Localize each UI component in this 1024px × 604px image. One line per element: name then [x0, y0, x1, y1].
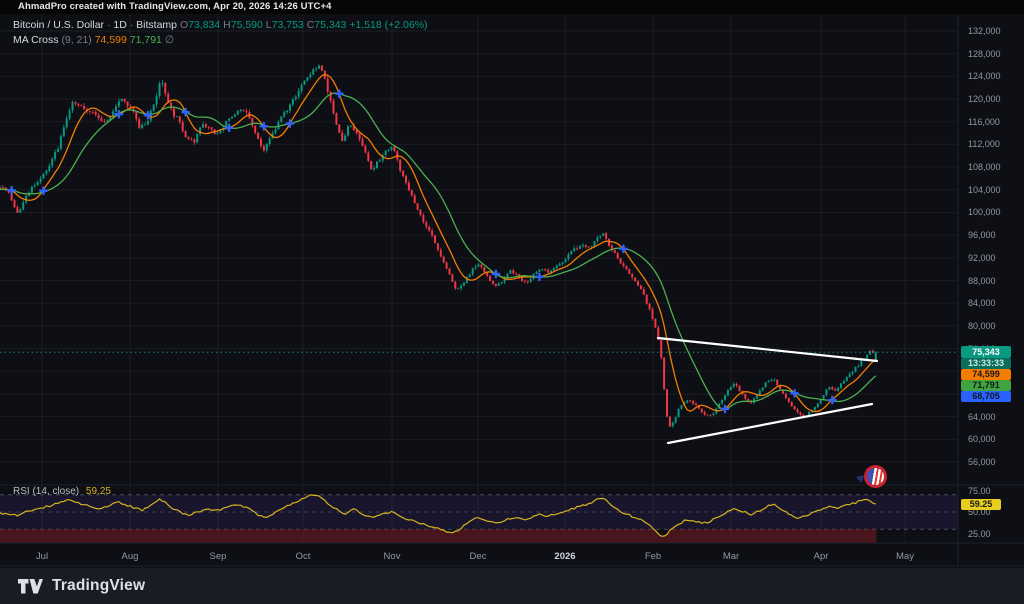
time-tick-label: Oct	[296, 551, 311, 562]
tradingview-logo-icon[interactable]	[18, 578, 43, 595]
rsi-value-badge: 59.25	[961, 499, 1001, 510]
price-tick-label: 120,000	[968, 94, 1022, 104]
price-tick-label: 116,000	[968, 117, 1022, 127]
price-tick-label: 128,000	[968, 49, 1022, 59]
time-tick-label: Sep	[210, 551, 227, 562]
rsi-indicator-name: RSI (14, close)	[13, 486, 79, 497]
watermark-text: AhmadPro created with TradingView.com, A…	[18, 1, 332, 12]
price-tick-label: 64,000	[968, 412, 1022, 422]
price-tick-label: 84,000	[968, 298, 1022, 308]
high-label: H	[223, 19, 231, 31]
flag-sticker-icon[interactable]	[864, 465, 887, 488]
watermark-bar: AhmadPro created with TradingView.com, A…	[0, 0, 1024, 14]
grid	[0, 14, 958, 543]
interval-label: 1D	[113, 19, 126, 31]
rsi-value: 59.25	[86, 486, 111, 497]
price-badge-countdown: 13:33:33	[961, 358, 1011, 369]
exchange-label: Bitstamp	[136, 19, 177, 31]
price-tick-label: 104,000	[968, 185, 1022, 195]
price-badge-ma-fast: 74,599	[961, 369, 1011, 380]
price-tick-label: 108,000	[968, 162, 1022, 172]
price-tick-label: 112,000	[968, 139, 1022, 149]
price-tick-label: 80,000	[968, 321, 1022, 331]
price-badge-level: 68,705	[961, 391, 1011, 402]
open-value: 73,834	[188, 19, 220, 31]
price-tick-label: 132,000	[968, 26, 1022, 36]
candlesticks	[0, 65, 877, 428]
symbol-name: Bitcoin / U.S. Dollar	[13, 19, 104, 31]
ma-fast-line	[0, 74, 876, 411]
price-tick-label: 96,000	[968, 230, 1022, 240]
time-tick-label: May	[896, 551, 914, 562]
indicator-name: MA Cross	[13, 34, 59, 46]
rsi-legend-row[interactable]: RSI (14, close) 59.25	[13, 486, 111, 497]
tradingview-chart-page: AhmadPro created with TradingView.com, A…	[0, 0, 1024, 604]
brand-name[interactable]: TradingView	[52, 577, 145, 595]
price-tick-label: 124,000	[968, 71, 1022, 81]
ma-fast-value: 74,599	[95, 34, 127, 46]
footer-bar: TradingView	[0, 568, 1024, 604]
symbol-legend-row[interactable]: Bitcoin / U.S. Dollar · 1D · Bitstamp O7…	[13, 18, 428, 33]
time-tick-label: Feb	[645, 551, 661, 562]
close-value: 75,343	[314, 19, 346, 31]
price-tick-label: 56,000	[968, 457, 1022, 467]
rsi-tick-label: 75.00	[968, 486, 1022, 496]
ma-slow-value: 71,791	[130, 34, 162, 46]
time-tick-label: Jul	[36, 551, 48, 562]
time-tick-label: Aug	[122, 551, 139, 562]
open-label: O	[180, 19, 188, 31]
price-tick-label: 100,000	[968, 207, 1022, 217]
price-badge-ma-slow: 71,791	[961, 380, 1011, 391]
visibility-toggle-icon[interactable]: ∅	[165, 34, 174, 46]
high-value: 75,590	[231, 19, 263, 31]
time-tick-label: Mar	[723, 551, 739, 562]
time-tick-label: Apr	[814, 551, 829, 562]
low-value: 73,753	[272, 19, 304, 31]
trendline-ascending-support[interactable]	[668, 404, 872, 443]
price-tick-label: 92,000	[968, 253, 1022, 263]
price-tick-label: 88,000	[968, 276, 1022, 286]
ma-cross-markers	[8, 91, 835, 413]
time-tick-label: 2026	[554, 551, 575, 562]
chart-legend: Bitcoin / U.S. Dollar · 1D · Bitstamp O7…	[13, 18, 428, 48]
price-badge-close-price: 75,343	[961, 346, 1011, 358]
time-tick-label: Dec	[470, 551, 487, 562]
change-value: +1,518 (+2.06%)	[349, 19, 427, 31]
time-tick-label: Nov	[384, 551, 401, 562]
rsi-tick-label: 25.00	[968, 529, 1022, 539]
indicator-legend-row[interactable]: MA Cross (9, 21) 74,599 71,791 ∅	[13, 33, 428, 48]
price-tick-label: 60,000	[968, 434, 1022, 444]
indicator-params: (9, 21)	[61, 34, 91, 46]
chart-canvas[interactable]	[0, 0, 1024, 604]
